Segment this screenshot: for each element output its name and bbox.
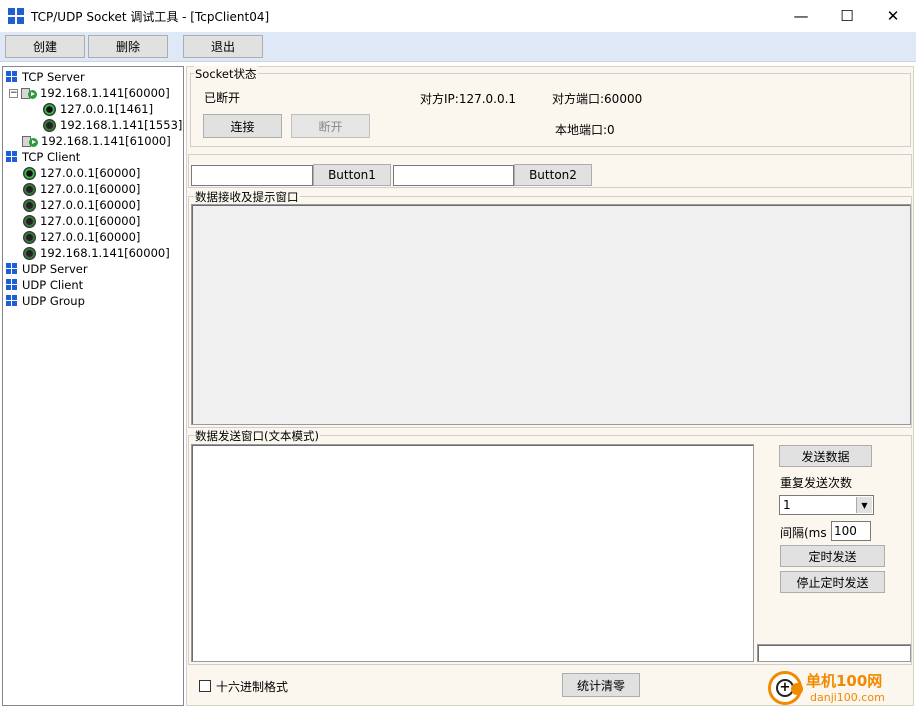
delete-button[interactable]: 删除 <box>88 35 168 58</box>
interval-input[interactable] <box>831 521 871 541</box>
status-field <box>757 644 911 662</box>
maximize-button[interactable]: ☐ <box>824 0 870 32</box>
connection-icon <box>23 230 36 244</box>
tree-label: 127.0.0.1[1461] <box>60 102 154 116</box>
window-title: TCP/UDP Socket 调试工具 - [TcpClient04] <box>31 10 270 24</box>
create-button[interactable]: 创建 <box>5 35 85 58</box>
reset-stats-button[interactable]: 统计清零 <box>562 673 640 697</box>
watermark-brand: 单机100网 <box>806 672 883 690</box>
interval-label: 间隔(ms <box>780 526 827 540</box>
collapse-icon[interactable]: − <box>9 88 18 98</box>
socket-status-legend: Socket状态 <box>194 66 258 82</box>
repeat-count-label: 重复发送次数 <box>780 476 853 490</box>
tree-label: TCP Client <box>22 150 81 164</box>
input-field-1[interactable] <box>191 165 313 186</box>
tree-node-client[interactable]: 127.0.0.1[60000] <box>23 165 140 181</box>
repeat-count-value: 1 <box>783 498 791 512</box>
remote-port: 对方端口:60000 <box>552 92 643 106</box>
connection-icon <box>23 182 36 196</box>
title-bar: TCP/UDP Socket 调试工具 - [TcpClient04] — ☐ … <box>0 0 916 32</box>
local-port: 本地端口:0 <box>555 123 615 137</box>
grid-icon <box>6 279 18 291</box>
button1[interactable]: Button1 <box>313 164 391 186</box>
grid-icon <box>6 71 18 83</box>
app-icon <box>8 8 24 24</box>
tree-node-server-2[interactable]: 192.168.1.141[61000] <box>22 133 171 149</box>
grid-icon <box>6 151 18 163</box>
close-button[interactable]: ✕ <box>870 0 916 32</box>
tree-label: 127.0.0.1[60000] <box>40 230 141 244</box>
tree-node-client[interactable]: 127.0.0.1[60000] <box>23 197 140 213</box>
tree-label: 127.0.0.1[60000] <box>40 214 141 228</box>
exit-button[interactable]: 退出 <box>183 35 263 58</box>
send-legend: 数据发送窗口(文本模式) <box>194 428 320 444</box>
timer-send-button[interactable]: 定时发送 <box>780 545 885 567</box>
tree-node-udp-server[interactable]: UDP Server <box>6 261 88 277</box>
send-data-button[interactable]: 发送数据 <box>779 445 872 467</box>
tree-node-tcp-server[interactable]: TCP Server <box>6 69 85 85</box>
tree-node-client[interactable]: 192.168.1.141[60000] <box>23 245 170 261</box>
tree-node-client[interactable]: 127.0.0.1[60000] <box>23 181 140 197</box>
tree-node-server-1-child-1[interactable]: 127.0.0.1[1461] <box>43 101 153 117</box>
connect-button[interactable]: 连接 <box>203 114 282 138</box>
server-running-icon <box>21 87 37 100</box>
tree-label: 192.168.1.141[60000] <box>40 86 170 100</box>
grid-icon <box>6 295 18 307</box>
chevron-down-icon[interactable]: ▼ <box>856 497 872 513</box>
toolbar: 创建 删除 退出 <box>0 32 916 62</box>
connection-active-icon <box>43 102 56 116</box>
tree-label: UDP Client <box>22 278 84 292</box>
tree-node-tcp-client[interactable]: TCP Client <box>6 149 80 165</box>
server-running-icon <box>22 135 38 148</box>
tree-node-udp-client[interactable]: UDP Client <box>6 277 83 293</box>
connection-state: 已断开 <box>204 91 241 105</box>
connection-icon <box>23 198 36 212</box>
tree-label: 192.168.1.141[1553] <box>60 118 183 132</box>
connection-icon <box>23 246 36 260</box>
send-textarea[interactable] <box>191 444 754 662</box>
connection-active-icon <box>23 166 36 180</box>
remote-ip: 对方IP:127.0.0.1 <box>420 92 517 106</box>
connection-icon <box>43 118 56 132</box>
tree-label: TCP Server <box>22 70 85 84</box>
tree-label: 127.0.0.1[60000] <box>40 182 141 196</box>
receive-textarea[interactable] <box>191 204 911 425</box>
stop-timer-button[interactable]: 停止定时发送 <box>780 571 885 593</box>
watermark-logo-icon: + <box>768 671 803 705</box>
grid-icon <box>6 263 18 275</box>
tree-node-udp-group[interactable]: UDP Group <box>6 293 85 309</box>
hex-format-label: 十六进制格式 <box>216 680 289 694</box>
receive-legend: 数据接收及提示窗口 <box>194 189 300 205</box>
tree-node-client[interactable]: 127.0.0.1[60000] <box>23 213 140 229</box>
hex-format-checkbox[interactable] <box>199 680 211 692</box>
tree-label: 127.0.0.1[60000] <box>40 198 141 212</box>
watermark-url: danji100.com <box>810 691 885 704</box>
connection-icon <box>23 214 36 228</box>
disconnect-button[interactable]: 断开 <box>291 114 370 138</box>
tree-node-server-1[interactable]: − 192.168.1.141[60000] <box>9 85 170 101</box>
button2[interactable]: Button2 <box>514 164 592 186</box>
tree-node-server-1-child-2[interactable]: 192.168.1.141[1553] <box>43 117 182 133</box>
connection-tree[interactable]: TCP Server − 192.168.1.141[60000] 127.0.… <box>2 66 184 706</box>
tree-node-client[interactable]: 127.0.0.1[60000] <box>23 229 140 245</box>
input-field-2[interactable] <box>393 165 514 186</box>
tree-label: 192.168.1.141[60000] <box>40 246 170 260</box>
tree-label: UDP Group <box>22 294 85 308</box>
minimize-button[interactable]: — <box>778 0 824 32</box>
tree-label: 192.168.1.141[61000] <box>41 134 171 148</box>
repeat-count-select[interactable]: 1 ▼ <box>779 495 874 515</box>
tree-label: 127.0.0.1[60000] <box>40 166 141 180</box>
tree-label: UDP Server <box>22 262 88 276</box>
